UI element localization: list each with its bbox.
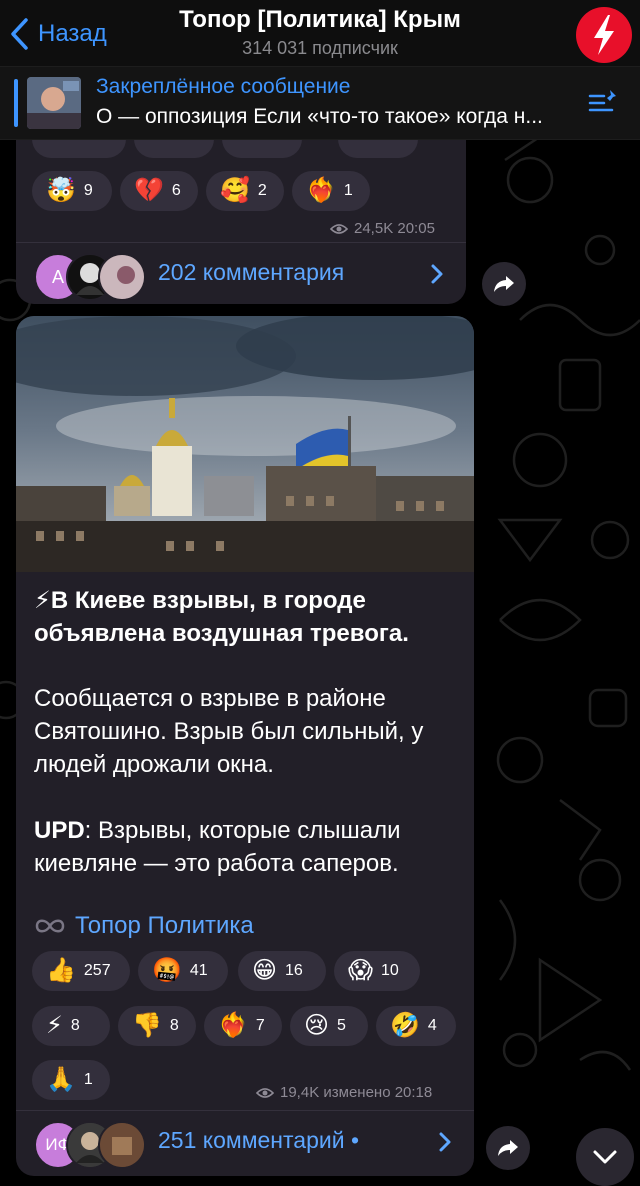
grinning-face-emoji: 😁 xyxy=(252,957,278,984)
heart-on-fire-emoji: ❤️‍🔥 xyxy=(306,177,336,204)
reaction-count: 9 xyxy=(83,182,93,199)
reaction-count: 6 xyxy=(171,182,181,199)
update-label: UPD xyxy=(34,817,85,844)
reaction-count: 41 xyxy=(189,962,208,979)
thumbs-down-emoji: 👎 xyxy=(132,1012,162,1039)
reaction-chip[interactable]: 💔 6 xyxy=(120,171,198,211)
share-button[interactable] xyxy=(482,262,526,306)
pinned-indicator xyxy=(14,79,18,127)
reaction-count: 7 xyxy=(255,1017,265,1034)
reaction-chip[interactable]: ⚡ 8 xyxy=(32,1006,110,1046)
comments-label: 202 комментария xyxy=(158,259,345,285)
pinned-thumbnail xyxy=(27,77,81,129)
smiling-hearts-emoji: 🥰 xyxy=(220,177,250,204)
reaction-chip[interactable]: 😁 16 xyxy=(238,951,326,991)
reaction-chip[interactable]: 🤬 41 xyxy=(138,951,228,991)
lightning-logo-icon xyxy=(577,8,631,62)
reaction-count: 8 xyxy=(169,1017,179,1034)
share-button[interactable] xyxy=(486,1126,530,1170)
chevron-right-icon xyxy=(439,1132,451,1152)
view-count: 24,5K xyxy=(354,220,394,237)
reaction-chip[interactable]: 👎 8 xyxy=(118,1006,196,1046)
reaction-count: 10 xyxy=(381,962,399,979)
cursing-face-emoji: 🤬 xyxy=(152,957,182,984)
lightning-emoji: ⚡ xyxy=(34,587,51,614)
thumbs-up-emoji: 👍 xyxy=(46,957,76,984)
exploding-head-emoji: 🤯 xyxy=(46,177,76,204)
share-arrow-icon xyxy=(498,1140,518,1156)
reaction-chip[interactable]: 😱 10 xyxy=(334,951,420,991)
reaction-count: 5 xyxy=(337,1017,346,1034)
message-meta: 19,4K изменено 20:18 xyxy=(256,1084,432,1101)
reaction-count: 8 xyxy=(70,1017,80,1034)
subscriber-count: 314 031 подписчик xyxy=(242,38,398,58)
reaction-chip[interactable]: ❤️‍🔥 7 xyxy=(204,1006,282,1046)
share-arrow-icon xyxy=(494,276,514,292)
comments-label: 251 комментарий • xyxy=(158,1127,359,1153)
channel-avatar[interactable] xyxy=(576,7,632,63)
folded-hands-emoji: 🙏 xyxy=(46,1066,76,1093)
pinned-list-icon[interactable] xyxy=(586,86,620,116)
eye-icon xyxy=(256,1087,274,1098)
scroll-down-button[interactable] xyxy=(576,1128,634,1186)
crying-face-emoji: 😢 xyxy=(304,1012,330,1039)
rolling-laughing-emoji: 🤣 xyxy=(390,1012,420,1039)
reaction-chip[interactable]: 👍 257 xyxy=(32,951,130,991)
eye-icon xyxy=(330,223,348,234)
broken-heart-emoji: 💔 xyxy=(134,177,164,204)
reaction-count: 257 xyxy=(83,962,111,979)
comments-button[interactable]: ИФ 251 комментарий • xyxy=(16,1110,474,1176)
reaction-count: 16 xyxy=(285,962,303,979)
message-time: 20:05 xyxy=(397,220,435,237)
reaction-count: 1 xyxy=(83,1071,93,1088)
screaming-face-emoji: 😱 xyxy=(348,957,374,984)
comments-button[interactable]: A 202 комментария xyxy=(16,242,466,304)
post-update: UPD: Взрывы, которые слышали киевляне — … xyxy=(34,817,401,877)
reaction-chip[interactable]: 🤣 4 xyxy=(376,1006,456,1046)
message-bubble: 🤯 9 💔 6 🥰 2 ❤️‍🔥 1 24,5K 20:05 A 202 ком… xyxy=(16,120,466,304)
view-count: 19,4K xyxy=(280,1084,320,1101)
reaction-count: 4 xyxy=(427,1017,437,1034)
edited-time: изменено 20:18 xyxy=(323,1084,433,1101)
lightning-emoji: ⚡ xyxy=(46,1012,63,1039)
reaction-chip[interactable]: ❤️‍🔥 1 xyxy=(292,171,370,211)
reaction-count: 2 xyxy=(257,182,267,199)
comment-avatar xyxy=(98,253,146,301)
chat-header: Назад Топор [Политика] Крым 314 031 подп… xyxy=(0,0,640,66)
message-bubble: ⚡В Киеве взрывы, в городе объявлена возд… xyxy=(16,316,474,1176)
message-meta: 24,5K 20:05 xyxy=(330,220,435,237)
reaction-chip[interactable]: 🙏 1 xyxy=(32,1060,110,1100)
reaction-chip[interactable]: 🥰 2 xyxy=(206,171,284,211)
kyiv-skyline-photo[interactable] xyxy=(16,316,474,572)
reaction-count: 1 xyxy=(343,182,353,199)
reaction-chip[interactable]: 🤯 9 xyxy=(32,171,112,211)
channel-link-label: Топор Политика xyxy=(75,912,254,939)
post-headline: ⚡В Киеве взрывы, в городе объявлена возд… xyxy=(34,587,409,647)
post-paragraph: Сообщается о взрыве в районе Святошино. … xyxy=(34,685,424,778)
pinned-message-bar[interactable]: Закреплённое сообщение О — оппозиция Есл… xyxy=(0,66,640,140)
chevron-right-icon xyxy=(431,264,443,284)
channel-link[interactable]: Топор Политика xyxy=(34,912,254,940)
channel-title[interactable]: Топор [Политика] Крым xyxy=(0,6,640,34)
reaction-chip[interactable]: 😢 5 xyxy=(290,1006,368,1046)
pinned-heading: Закреплённое сообщение xyxy=(96,75,351,98)
infinity-icon xyxy=(35,919,65,933)
heart-on-fire-emoji: ❤️‍🔥 xyxy=(218,1012,248,1039)
pinned-text: О — оппозиция Если «что-то такое» когда … xyxy=(96,105,543,128)
comment-avatar xyxy=(98,1121,146,1169)
